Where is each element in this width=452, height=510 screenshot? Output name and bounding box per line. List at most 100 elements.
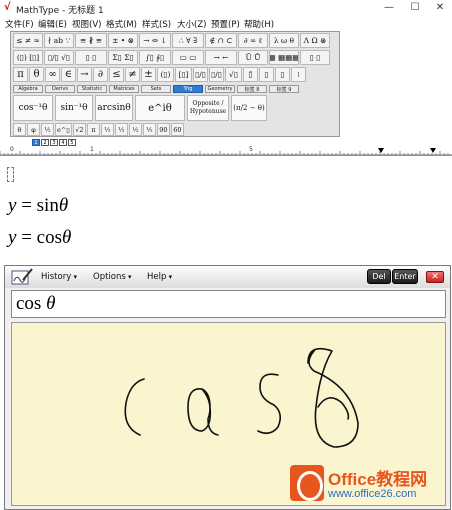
- eq-function: cos: [36, 227, 62, 248]
- enter-button[interactable]: Enter: [392, 269, 418, 284]
- brackets-button[interactable]: [▯]: [175, 67, 192, 82]
- palette-btn[interactable]: λ ω θ: [269, 33, 299, 48]
- del-button[interactable]: Del: [367, 269, 391, 284]
- eq-variable: θ: [58, 195, 69, 216]
- template-button[interactable]: ⁞: [291, 67, 306, 82]
- palette-btn[interactable]: ≤ ≠ ≈: [13, 33, 43, 48]
- neq-button[interactable]: ≠: [125, 67, 140, 82]
- size-tab-2[interactable]: 2: [41, 139, 49, 146]
- palette-btn[interactable]: ▯ ▯: [300, 50, 330, 65]
- small-btn[interactable]: θ: [13, 123, 26, 136]
- palette-btn[interactable]: ∉ ∩ ⊂: [205, 33, 237, 48]
- palette-btn[interactable]: ▦ ▦▦▦: [269, 50, 299, 65]
- palette-btn[interactable]: ▯/▯ √▯: [44, 50, 74, 65]
- equation-cos[interactable]: y = cosθ: [8, 227, 71, 249]
- history-menu[interactable]: History: [41, 272, 77, 282]
- tab-9[interactable]: 标签 9: [269, 85, 299, 93]
- size-tab-1[interactable]: 1: [32, 139, 40, 146]
- template-button[interactable]: ▯: [259, 67, 274, 82]
- plusminus-button[interactable]: ±: [141, 67, 156, 82]
- menu-view[interactable]: 视图(V): [72, 18, 101, 30]
- eq-function: sin: [36, 195, 59, 216]
- palette-btn[interactable]: → ←: [205, 50, 237, 65]
- tab-algebra[interactable]: Algebra: [13, 85, 43, 93]
- arrow-button[interactable]: →: [77, 67, 92, 82]
- maximize-icon[interactable]: ☐: [408, 1, 422, 14]
- menu-file[interactable]: 文件(F): [5, 18, 34, 30]
- ruler[interactable]: 0 1 5: [0, 146, 452, 156]
- sqrt-button[interactable]: √▯: [225, 67, 242, 82]
- palette-btn[interactable]: (▯) [▯]: [13, 50, 43, 65]
- ruler-mark: 0: [10, 146, 14, 153]
- leq-button[interactable]: ≤: [109, 67, 124, 82]
- small-btn[interactable]: √2: [72, 123, 86, 136]
- palette-btn[interactable]: ∴ ∀ ∃: [172, 33, 204, 48]
- menu-style[interactable]: 样式(S): [142, 18, 171, 30]
- minimize-icon[interactable]: —: [382, 1, 396, 14]
- palette-btn[interactable]: → ⇔ ↓: [139, 33, 171, 48]
- tab-matrices[interactable]: Matrices: [109, 85, 139, 93]
- fraction-button[interactable]: ▯/▯: [193, 67, 208, 82]
- small-btn[interactable]: ½: [128, 123, 142, 136]
- equation-sin[interactable]: y = sinθ: [8, 195, 68, 217]
- ruler-ticks: [0, 148, 452, 156]
- tab-sets[interactable]: Sets: [141, 85, 171, 93]
- insertion-cursor[interactable]: [7, 167, 14, 182]
- palette-btn[interactable]: Σ▯ Σ▯: [108, 50, 138, 65]
- small-btn[interactable]: ½: [41, 123, 54, 136]
- help-menu[interactable]: Help: [147, 272, 172, 282]
- tab-derivs[interactable]: Derivs: [45, 85, 75, 93]
- palette-btn[interactable]: Ū Ů: [238, 50, 268, 65]
- small-btn[interactable]: φ: [27, 123, 40, 136]
- element-of-button[interactable]: ∈: [61, 67, 76, 82]
- menu-edit[interactable]: 编辑(E): [38, 18, 67, 30]
- math-input-pen-icon: [11, 268, 33, 285]
- template-complement[interactable]: (π/2 − θ): [231, 95, 267, 121]
- fraction-small-button[interactable]: ▯/▯: [209, 67, 224, 82]
- tab-statistic[interactable]: Statistic: [77, 85, 107, 93]
- infinity-button[interactable]: ∞: [45, 67, 60, 82]
- small-btn[interactable]: 60: [170, 123, 184, 136]
- template-arcsin-inverse[interactable]: sin⁻¹θ: [55, 95, 93, 121]
- watermark: Office教程网 www.office26.com: [290, 463, 450, 507]
- overbar-button[interactable]: ▯̄: [243, 67, 258, 82]
- small-btn[interactable]: ½: [114, 123, 128, 136]
- palette-btn[interactable]: ≡ ∦ ≡: [75, 33, 107, 48]
- size-tab-4[interactable]: 4: [59, 139, 67, 146]
- parens-button[interactable]: (▯): [157, 67, 174, 82]
- menu-format[interactable]: 格式(M): [106, 18, 137, 30]
- tab-geometry[interactable]: Geometry: [205, 85, 235, 93]
- template-exp-itheta[interactable]: e^iθ: [135, 95, 185, 121]
- template-button[interactable]: ▯: [275, 67, 290, 82]
- size-tab-3[interactable]: 3: [50, 139, 58, 146]
- partial-button[interactable]: ∂: [93, 67, 108, 82]
- palette-btn[interactable]: ± • ⊗: [108, 33, 138, 48]
- small-btn[interactable]: e^▯: [55, 123, 72, 136]
- small-btn[interactable]: 90: [156, 123, 170, 136]
- palette-row-3: π θ ∞ ∈ → ∂ ≤ ≠ ± (▯) [▯] ▯/▯ ▯/▯ √▯ ▯̄ …: [13, 67, 306, 83]
- menu-preferences[interactable]: 预置(P): [211, 18, 240, 30]
- template-arcsin[interactable]: arcsinθ: [95, 95, 133, 121]
- palette-btn[interactable]: ∤ ab ∵: [44, 33, 74, 48]
- tab-trig[interactable]: Trig: [173, 85, 203, 93]
- panel-close-button[interactable]: ✕: [426, 271, 444, 283]
- small-btn[interactable]: π: [86, 123, 100, 136]
- template-arccos[interactable]: cos⁻¹θ: [13, 95, 53, 121]
- size-tab-5[interactable]: 5: [68, 139, 76, 146]
- menu-size[interactable]: 大小(Z): [177, 18, 206, 30]
- pi-button[interactable]: π: [13, 67, 28, 82]
- small-btn[interactable]: ½: [142, 123, 156, 136]
- palette-btn[interactable]: ∂ ∞ ℓ: [238, 33, 268, 48]
- tab-8[interactable]: 标签 8: [237, 85, 267, 93]
- small-btn[interactable]: ½: [100, 123, 114, 136]
- preview-variable: θ: [46, 293, 56, 314]
- options-menu[interactable]: Options: [93, 272, 132, 282]
- theta-button[interactable]: θ: [29, 67, 44, 82]
- palette-btn[interactable]: Λ Ω ⊛: [300, 33, 330, 48]
- menu-help[interactable]: 帮助(H): [244, 18, 274, 30]
- palette-btn[interactable]: ▭ ▭: [172, 50, 204, 65]
- palette-btn[interactable]: ∫▯ ∮▯: [139, 50, 171, 65]
- template-opposite-hypotenuse[interactable]: Opposite / Hypotenuse: [187, 95, 229, 121]
- palette-btn[interactable]: ▯ ▯: [75, 50, 107, 65]
- close-icon[interactable]: ✕: [433, 1, 447, 14]
